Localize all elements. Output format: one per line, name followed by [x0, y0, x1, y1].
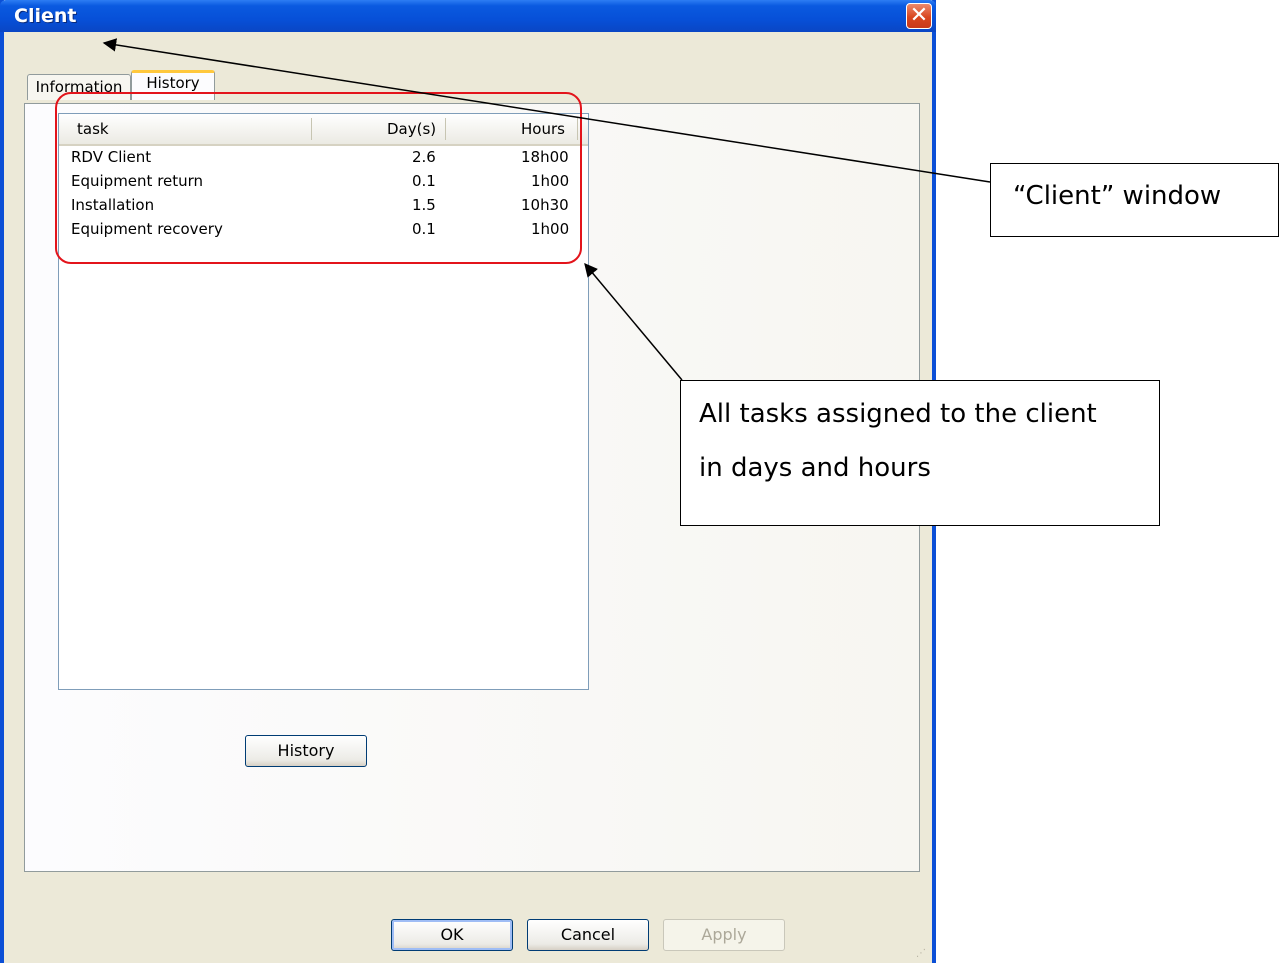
tasks-callout-line1: All tasks assigned to the client [699, 399, 1097, 429]
ok-button[interactable]: OK [391, 919, 513, 951]
cancel-button[interactable]: Cancel [527, 919, 649, 951]
window-title: Client [14, 5, 77, 27]
title-bar[interactable]: Client ✕ [0, 0, 936, 32]
window-callout-text: “Client” window [1013, 181, 1222, 211]
tasks-callout-line2: in days and hours [699, 453, 931, 483]
close-icon[interactable]: ✕ [906, 3, 932, 29]
apply-button: Apply [663, 919, 785, 951]
window-callout: “Client” window [990, 163, 1279, 237]
tab-history-label: History [146, 74, 200, 92]
resize-grip-icon[interactable]: ⋰ [916, 948, 926, 959]
tasks-callout: All tasks assigned to the client in days… [680, 380, 1160, 526]
history-button[interactable]: History [245, 735, 367, 767]
tasks-highlight-oval [55, 92, 582, 264]
